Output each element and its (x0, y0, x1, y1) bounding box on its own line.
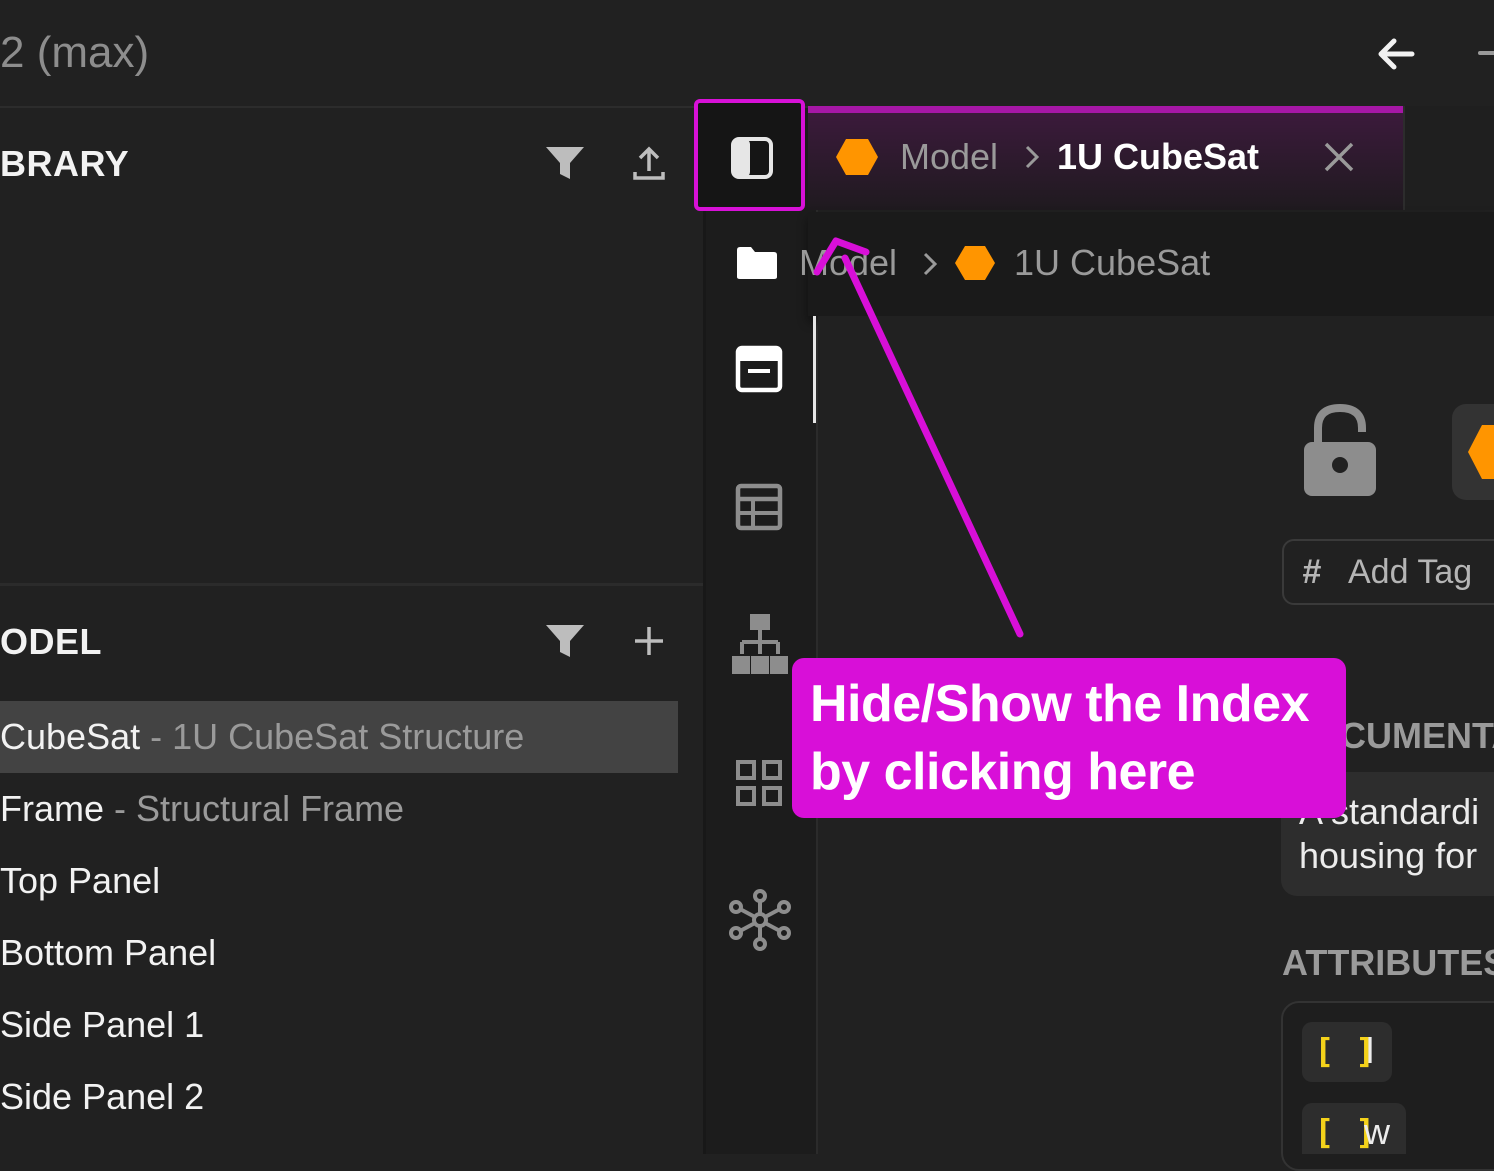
breadcrumb-parent[interactable]: Model (799, 242, 897, 284)
model-item-side-panel-2[interactable]: Side Panel 2 (0, 1076, 204, 1118)
add-tag-button[interactable]: # Add Tag (1282, 539, 1494, 605)
hash-icon: # (1302, 553, 1321, 591)
graph-view-icon[interactable] (729, 889, 791, 951)
folder-icon (737, 247, 777, 279)
callout-line-2: by clicking here (810, 743, 1196, 801)
tab-parent-label: Model (900, 136, 999, 177)
documentation-heading: CUMENTA (1340, 715, 1494, 756)
attribute-chip-l[interactable]: [ ] l (1302, 1022, 1392, 1082)
attribute-chip-w[interactable]: [ ] w (1302, 1103, 1406, 1154)
tab-hexagon-icon (836, 139, 878, 175)
attributes-heading: ATTRIBUTES (1282, 942, 1494, 983)
tutorial-callout: Hide/Show the Index by clicking here (792, 658, 1346, 818)
sidebar-toggle-icon (731, 137, 773, 179)
breadcrumb-current: 1U CubeSat (1014, 242, 1211, 283)
hierarchy-view-icon[interactable] (732, 614, 788, 674)
breadcrumb-chevron-icon (923, 252, 938, 276)
element-type-badge[interactable] (1452, 404, 1494, 500)
text-caret (813, 316, 816, 423)
window-title: 2 (max) (0, 28, 150, 77)
model-item-cubesat[interactable]: CubeSat - 1U CubeSat Structure (0, 716, 524, 758)
grid-view-icon[interactable] (734, 758, 784, 808)
model-item-bottom-panel[interactable]: Bottom Panel (0, 932, 216, 974)
back-arrow-icon[interactable] (1374, 32, 1418, 76)
title-bar (0, 0, 1494, 108)
table-view-icon[interactable] (734, 482, 784, 532)
type-hexagon-icon (1468, 425, 1494, 479)
lock-icon[interactable] (1302, 403, 1378, 498)
index-toggle-button[interactable] (694, 99, 805, 211)
doc-text-line-2: housing for (1299, 835, 1478, 876)
model-section-title: ODEL (0, 621, 103, 662)
section-divider (0, 583, 703, 586)
callout-line-1: Hide/Show the Index (810, 675, 1310, 733)
tab-bar-empty (1403, 106, 1494, 210)
add-tag-label: Add Tag (1348, 553, 1473, 591)
model-item-top-panel[interactable]: Top Panel (0, 860, 160, 902)
document-view-icon[interactable] (734, 344, 784, 394)
tab-chevron-right-icon (1025, 145, 1040, 169)
library-filter-icon[interactable] (543, 141, 587, 185)
tab-title: 1U CubeSat (1057, 136, 1260, 177)
tab-close-icon[interactable] (1322, 140, 1356, 174)
minimize-icon[interactable] (1478, 51, 1494, 55)
add-model-icon[interactable] (627, 619, 671, 663)
model-item-side-panel-1[interactable]: Side Panel 1 (0, 1004, 204, 1046)
library-section-title: BRARY (0, 143, 130, 184)
upload-icon[interactable] (627, 141, 671, 185)
left-index-panel (0, 108, 706, 1154)
attribute-name: l (1366, 1030, 1374, 1071)
breadcrumb-hexagon-icon (955, 246, 995, 280)
attribute-name: w (1364, 1111, 1390, 1152)
model-item-frame[interactable]: Frame - Structural Frame (0, 788, 404, 830)
model-filter-icon[interactable] (543, 619, 587, 663)
